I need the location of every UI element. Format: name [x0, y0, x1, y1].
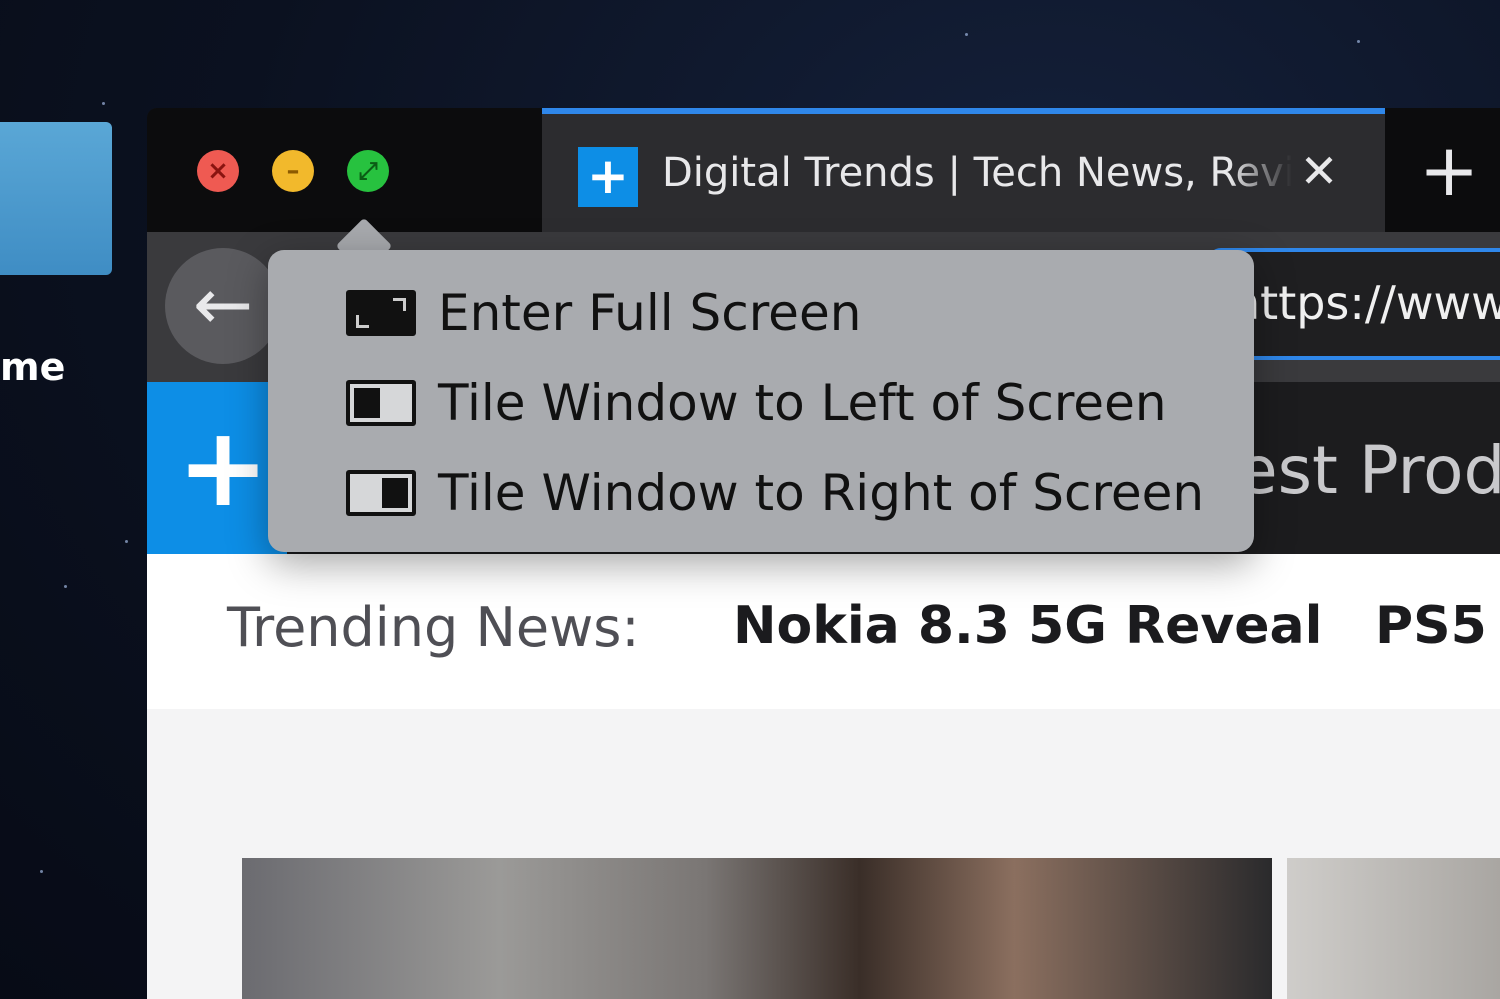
close-icon: × — [207, 156, 229, 186]
url-text: https://www — [1231, 276, 1500, 330]
star — [125, 540, 128, 543]
article-image[interactable] — [1287, 858, 1500, 999]
enter-full-screen-icon — [346, 290, 416, 336]
star — [965, 33, 968, 36]
tab-bar: × – ⤢ + Digital Trends | Tech News, Revi… — [147, 108, 1500, 232]
digital-trends-logo-icon: + — [177, 403, 270, 531]
star — [64, 585, 67, 588]
new-tab-button[interactable]: + — [1417, 130, 1481, 210]
trending-link[interactable]: Nokia 8.3 5G Reveal — [733, 596, 1322, 656]
fullscreen-icon: ⤢ — [358, 157, 378, 185]
tab-close-icon[interactable]: ✕ — [1294, 146, 1344, 196]
minimize-icon: – — [286, 156, 300, 186]
tab-digital-trends[interactable]: + Digital Trends | Tech News, Reviews ✕ — [542, 108, 1385, 232]
site-nav-item[interactable]: est Produ — [1237, 432, 1500, 509]
menu-item-enter-full-screen[interactable]: Enter Full Screen — [346, 284, 1226, 360]
maximize-window-button[interactable]: ⤢ — [347, 150, 389, 192]
tile-left-icon — [346, 380, 416, 426]
star — [1357, 40, 1360, 43]
trending-bar: Trending News: Nokia 8.3 5G Reveal PS5 S — [147, 554, 1500, 709]
tab-title: Digital Trends | Tech News, Reviews — [662, 150, 1292, 196]
menu-item-label: Tile Window to Left of Screen — [438, 374, 1167, 432]
menu-item-label: Enter Full Screen — [438, 284, 862, 342]
tile-right-icon — [346, 470, 416, 516]
star — [40, 870, 43, 873]
menu-item-tile-right[interactable]: Tile Window to Right of Screen — [346, 464, 1226, 540]
article-image[interactable] — [242, 858, 1272, 999]
menu-item-label: Tile Window to Right of Screen — [438, 464, 1205, 522]
back-button[interactable]: ← — [165, 248, 281, 364]
star — [102, 102, 105, 105]
background-window[interactable] — [0, 122, 112, 275]
site-logo[interactable]: + — [147, 382, 287, 554]
minimize-window-button[interactable]: – — [272, 150, 314, 192]
window-tiling-menu: Enter Full Screen Tile Window to Left of… — [268, 250, 1254, 552]
menu-item-tile-left[interactable]: Tile Window to Left of Screen — [346, 374, 1226, 450]
background-window-label: me — [0, 345, 66, 389]
close-window-button[interactable]: × — [197, 150, 239, 192]
trending-link[interactable]: PS5 S — [1375, 596, 1500, 656]
page-content: Trending News: Nokia 8.3 5G Reveal PS5 S — [147, 554, 1500, 999]
digital-trends-plus-icon: + — [578, 147, 638, 207]
trending-label: Trending News: — [227, 596, 640, 659]
